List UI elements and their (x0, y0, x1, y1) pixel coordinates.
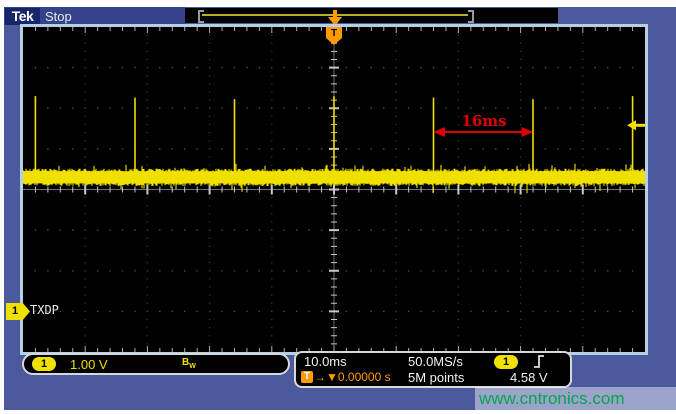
waveform-trace (23, 96, 645, 193)
record-length: 5M points (408, 370, 464, 385)
bandwidth-limit-icon: BW (182, 357, 196, 370)
sample-rate: 50.0MS/s (408, 354, 463, 369)
trigger-position-marker-stem (333, 10, 337, 17)
channel-signal-label: TXDP (30, 303, 59, 317)
record-view-bar (185, 8, 558, 23)
channel1-scale: 1.00 V (70, 357, 108, 372)
trigger-source-badge: 1 (494, 355, 518, 369)
timebase-trigger-readout-box: 10.0ms 50.0MS/s 1 T → ▼ 0.00000 s 5M poi… (294, 351, 572, 388)
time-per-division: 10.0ms (304, 354, 347, 369)
scope-screen: Tek Stop T (4, 7, 676, 410)
trigger-position-flag: T (326, 27, 342, 45)
arrow-right-icon: → (314, 370, 326, 384)
graticule: T 16ms (23, 27, 645, 352)
trigger-position-readout: T → ▼ 0.00000 s (301, 370, 391, 384)
record-right-bracket (468, 10, 474, 23)
oscilloscope-screenshot: Tek Stop T (0, 0, 676, 414)
channel1-readout-box: 1 1.00 V BW (22, 353, 290, 375)
grid-dots (23, 27, 645, 352)
watermark-link[interactable]: www.cntronics.com (475, 387, 676, 410)
trigger-position-value: 0.00000 s (338, 370, 391, 384)
marker-down-icon: ▼ (326, 370, 338, 384)
trigger-level-value: 4.58 V (510, 370, 548, 385)
display-graticule-frame: T 16ms (20, 24, 648, 355)
tek-logo: Tek (5, 8, 40, 25)
acquisition-status: Stop (45, 9, 72, 24)
trigger-t-icon: T (301, 371, 313, 383)
annotation-label: 16ms (461, 112, 506, 130)
trigger-flag-letter: T (331, 28, 337, 39)
record-left-bracket (198, 10, 204, 23)
trigger-level-arrow-icon (627, 120, 645, 130)
annotation-16ms: 16ms (434, 112, 534, 137)
channel1-badge: 1 (32, 357, 56, 371)
